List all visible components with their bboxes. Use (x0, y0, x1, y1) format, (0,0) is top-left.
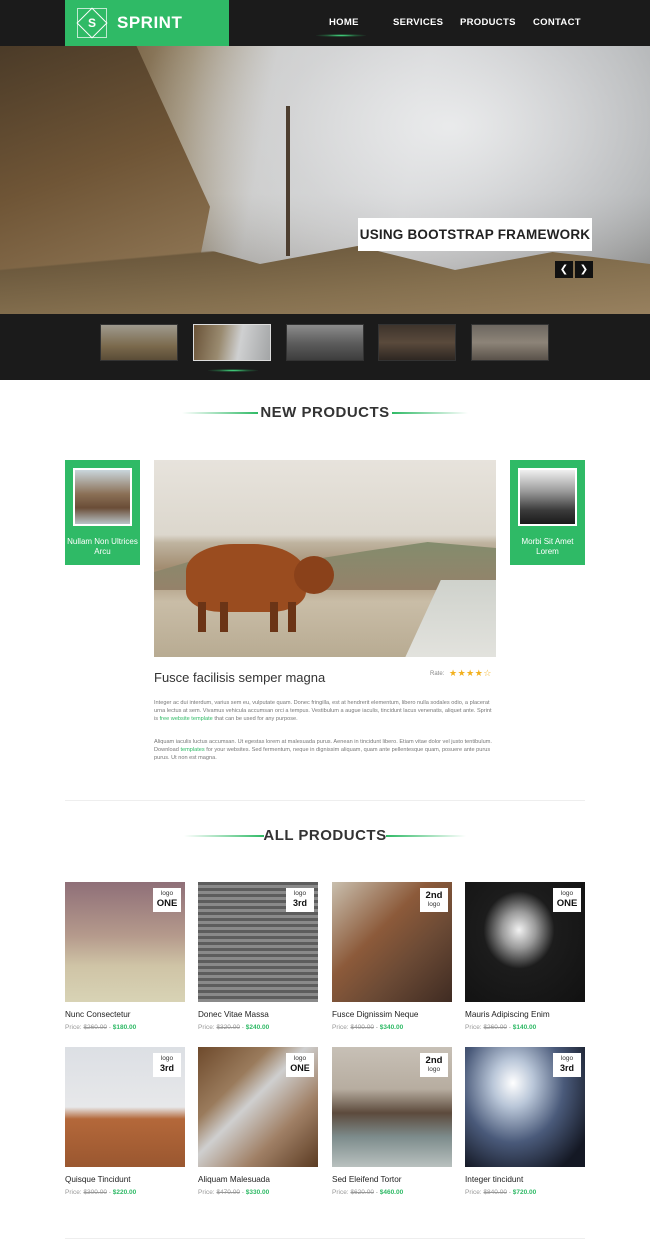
slider-prev-button[interactable]: ❮ (555, 261, 573, 278)
free-template-link[interactable]: free website template (160, 716, 213, 722)
featured-product-title: Fusce facilisis semper magna (154, 670, 326, 685)
nav-products[interactable]: PRODUCTS (460, 17, 516, 28)
product-thumb-boat (73, 468, 132, 526)
product-image[interactable]: logo 3rd (465, 1047, 585, 1167)
product-image[interactable]: logo 3rd (65, 1047, 185, 1167)
card-label: Nullam Non Ultrices Arcu (67, 537, 138, 556)
hero-slider: USING BOOTSTRAP FRAMEWORK ❮ ❯ (0, 46, 650, 314)
product-badge: logo 3rd (286, 888, 314, 912)
product-badge: logo ONE (153, 888, 181, 912)
product-image[interactable]: logo ONE (198, 1047, 318, 1167)
product-name[interactable]: Quisque Tincidunt (65, 1175, 131, 1184)
nav-active-indicator (316, 34, 366, 37)
image-cow-leg (270, 602, 278, 632)
chevron-left-icon: ❮ (559, 264, 569, 275)
description-text: for your websites. Sed fermentum, neque … (154, 747, 491, 762)
description-text: that can be used for any purpose. (212, 716, 298, 723)
product-price: Price: $260.00 - $140.00 (465, 1024, 537, 1031)
product-badge: 2nd logo (420, 1053, 448, 1077)
templates-link[interactable]: templates (180, 747, 204, 753)
product-price: Price: $320.00 - $240.00 (198, 1024, 270, 1031)
product-badge: logo ONE (286, 1053, 314, 1077)
product-price: Price: $840.00 - $720.00 (465, 1189, 537, 1196)
chevron-right-icon: ❯ (579, 264, 589, 275)
product-price: Price: $620.00 - $460.00 (332, 1189, 404, 1196)
section-divider (65, 800, 585, 801)
product-image[interactable]: logo ONE (465, 882, 585, 1002)
slider-next-button[interactable]: ❯ (575, 261, 593, 278)
product-price: Price: $260.00 - $180.00 (65, 1024, 137, 1031)
thumbnail-active-indicator (208, 369, 258, 372)
slide-caption: USING BOOTSTRAP FRAMEWORK (358, 218, 592, 251)
product-name[interactable]: Aliquam Malesuada (198, 1175, 270, 1184)
half-star-icon: ☆ (483, 668, 492, 678)
image-cow-leg (198, 602, 206, 632)
product-image[interactable]: logo 3rd (198, 882, 318, 1002)
product-badge: logo 3rd (553, 1053, 581, 1077)
product-image[interactable]: 2nd logo (332, 882, 452, 1002)
thumbnail-2[interactable] (193, 324, 271, 361)
new-product-card-left[interactable]: Nullam Non Ultrices Arcu (65, 460, 140, 565)
logo-diamond-icon: S (76, 7, 108, 39)
image-water (404, 580, 496, 657)
heading-line-right (386, 835, 466, 837)
brand-logo[interactable]: S SPRINT (65, 0, 229, 46)
feature-description-2: Aliquam iaculis luctus accumsan. Ut eges… (154, 738, 496, 763)
product-price: Price: $300.00 - $220.00 (65, 1189, 137, 1196)
product-name[interactable]: Mauris Adipiscing Enim (465, 1010, 550, 1019)
feature-description-1: Integer ac dui interdum, varius sem eu, … (154, 699, 496, 724)
star-icon: ★ (449, 668, 458, 678)
product-price: Price: $470.00 - $330.00 (198, 1189, 270, 1196)
product-badge: logo 3rd (153, 1053, 181, 1077)
slider-thumbnails (0, 314, 650, 380)
footer-divider (65, 1238, 585, 1239)
thumbnail-3[interactable] (286, 324, 364, 361)
product-name[interactable]: Donec Vitae Massa (198, 1010, 269, 1019)
thumbnail-5[interactable] (471, 324, 549, 361)
slide-tree (286, 106, 290, 256)
all-products-heading: ALL PRODUCTS (263, 827, 387, 844)
rating-label: Rate: (430, 671, 445, 677)
product-image[interactable]: 2nd logo (332, 1047, 452, 1167)
nav-home[interactable]: HOME (329, 17, 359, 28)
product-name[interactable]: Nunc Consectetur (65, 1010, 131, 1019)
nav-contact[interactable]: CONTACT (533, 17, 581, 28)
star-rating[interactable]: ★★★★☆ (449, 668, 492, 679)
image-cow-head (294, 556, 334, 594)
top-navbar: S SPRINT HOME SERVICES PRODUCTS CONTACT (0, 0, 650, 46)
thumbnail-1[interactable] (100, 324, 178, 361)
nav-services[interactable]: SERVICES (393, 17, 443, 28)
featured-product-image[interactable] (154, 460, 496, 657)
product-name[interactable]: Sed Eleifend Tortor (332, 1175, 401, 1184)
new-products-heading: NEW PRODUCTS (260, 404, 390, 421)
product-name[interactable]: Integer tincidunt (465, 1175, 523, 1184)
image-cow-leg (220, 602, 228, 632)
new-product-card-right[interactable]: Morbi Sit Amet Lorem (510, 460, 585, 565)
product-badge: 2nd logo (420, 888, 448, 912)
product-thumb-window (518, 468, 577, 526)
star-icon: ★ (466, 668, 475, 678)
image-cow-leg (288, 602, 296, 632)
card-label: Morbi Sit Amet Lorem (521, 537, 574, 556)
heading-line-right (392, 412, 468, 414)
star-icon: ★ (457, 668, 467, 678)
product-image[interactable]: logo ONE (65, 882, 185, 1002)
product-name[interactable]: Fusce Dignissim Neque (332, 1010, 418, 1019)
product-badge: logo ONE (553, 888, 581, 912)
brand-name: SPRINT (117, 13, 183, 32)
product-price: Price: $400.00 - $340.00 (332, 1024, 404, 1031)
thumbnail-4[interactable] (378, 324, 456, 361)
